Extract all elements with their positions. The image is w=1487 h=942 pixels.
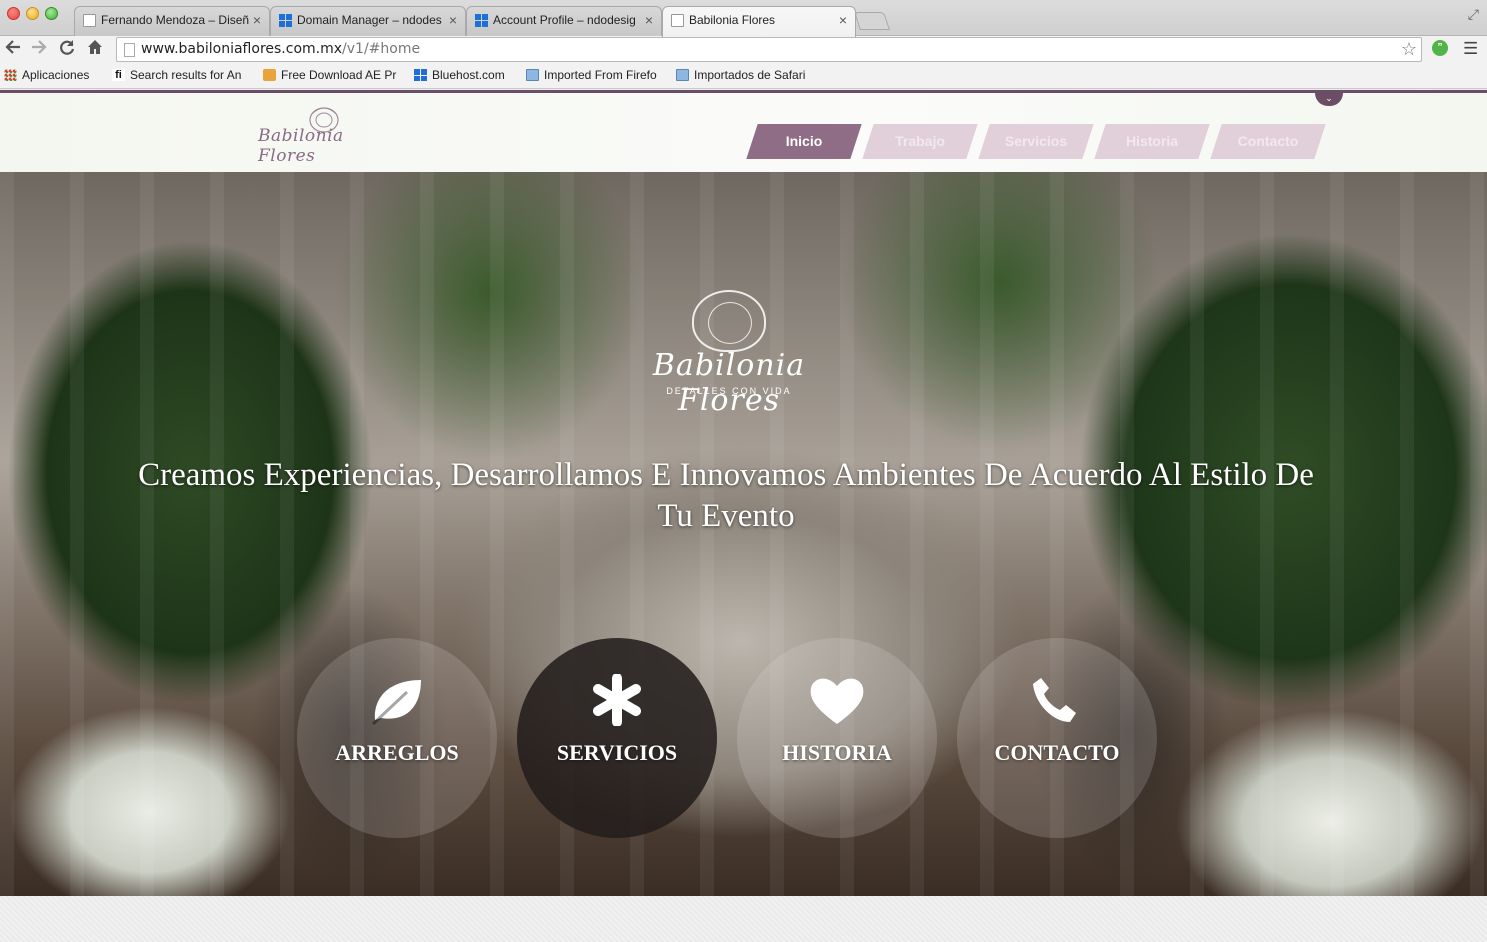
ae-icon (263, 69, 276, 81)
back-arrow-icon (5, 40, 20, 54)
phone-icon (1033, 678, 1076, 722)
blank-page-icon (83, 14, 96, 27)
bookmark-item[interactable]: Imported From Firefo (526, 68, 662, 82)
close-icon[interactable]: × (253, 12, 261, 28)
blank-page-icon (671, 14, 684, 27)
footer-pattern-strip (0, 896, 1487, 942)
zoom-window-button[interactable] (45, 7, 58, 20)
reload-icon (60, 40, 75, 55)
new-tab-button[interactable] (854, 12, 890, 30)
bookmark-item[interactable]: fi Search results for An (112, 68, 246, 82)
feature-arreglos[interactable]: ARREGLOS (297, 638, 497, 838)
nav-item-trabajo[interactable]: Trabajo (862, 124, 978, 159)
bookmark-item[interactable]: Importados de Safari (676, 68, 816, 82)
browser-tab-active[interactable]: Babilonia Flores × (662, 6, 856, 37)
hero-logo: Babilonia Flores DETALLES CON VIDA (606, 290, 852, 418)
close-icon[interactable]: × (449, 12, 457, 28)
fullscreen-icon[interactable]: ⤢ (1468, 6, 1479, 23)
browser-tab[interactable]: Fernando Mendoza – Diseñ × (74, 6, 270, 36)
folder-icon (526, 69, 539, 81)
url-text: www.babiloniaflores.com.mx/v1/#home (141, 41, 421, 57)
hero-headline: Creamos Experiencias, Desarrollamos E In… (138, 457, 1314, 534)
grid-icon (475, 14, 488, 27)
tab-title: Domain Manager – ndodes (297, 13, 442, 27)
tab-title: Fernando Mendoza – Diseñ (101, 13, 250, 27)
bookmark-item[interactable]: Aplicaciones (4, 68, 100, 82)
extension-icon[interactable]: ” (1432, 40, 1448, 56)
feature-historia[interactable]: HISTORIA (737, 638, 937, 838)
tab-title: Account Profile – ndodesig (493, 13, 636, 27)
hero-logo-text: Babilonia Flores (652, 348, 806, 418)
grid-icon (414, 69, 427, 81)
nav-item-historia[interactable]: Historia (1094, 124, 1210, 159)
browser-toolbar: www.babiloniaflores.com.mx/v1/#home ☆ ” … (0, 36, 1487, 64)
address-bar[interactable]: www.babiloniaflores.com.mx/v1/#home ☆ (116, 37, 1422, 62)
leaf-icon (371, 680, 421, 726)
minimize-window-button[interactable] (26, 7, 39, 20)
bookmark-item[interactable]: Bluehost.com (414, 68, 514, 82)
feature-contacto[interactable]: CONTACTO (957, 638, 1157, 838)
back-button[interactable] (2, 38, 24, 60)
apps-icon (4, 69, 17, 81)
browser-tab[interactable]: Domain Manager – ndodes × (270, 6, 466, 36)
bookmark-star-icon[interactable]: ☆ (1401, 39, 1417, 60)
nav-item-inicio[interactable]: Inicio (746, 124, 862, 159)
home-icon (88, 40, 102, 54)
feature-servicios[interactable]: SERVICIOS (517, 638, 717, 838)
home-button[interactable] (84, 38, 106, 60)
forward-button[interactable] (28, 38, 50, 60)
close-icon[interactable]: × (645, 12, 653, 28)
browser-tab-bar: Fernando Mendoza – Diseñ × Domain Manage… (0, 0, 1487, 37)
browser-tab[interactable]: Account Profile – ndodesig × (466, 6, 662, 36)
page-icon (124, 43, 135, 57)
nav-item-contacto[interactable]: Contacto (1210, 124, 1326, 159)
close-icon[interactable]: × (839, 12, 847, 28)
bookmarks-bar: Aplicaciones fi Search results for An Fr… (0, 64, 1487, 89)
reload-button[interactable] (56, 38, 78, 60)
site-logo[interactable]: Babilonia Flores (258, 104, 374, 166)
flower-emblem-icon (692, 290, 766, 352)
close-window-button[interactable] (7, 7, 20, 20)
asterisk-icon (593, 674, 641, 726)
hero-tagline: DETALLES CON VIDA (666, 386, 792, 396)
bookmark-item[interactable]: Free Download AE Pr (263, 68, 397, 82)
forward-arrow-icon (32, 40, 47, 54)
fi-icon: fi (112, 69, 125, 81)
heart-icon (810, 678, 864, 724)
logo-text: Babilonia Flores (258, 126, 344, 166)
menu-icon[interactable]: ☰ (1463, 39, 1478, 59)
grid-icon (279, 14, 292, 27)
nav-item-servicios[interactable]: Servicios (978, 124, 1094, 159)
folder-icon (676, 69, 689, 81)
tab-title: Babilonia Flores (689, 13, 776, 27)
